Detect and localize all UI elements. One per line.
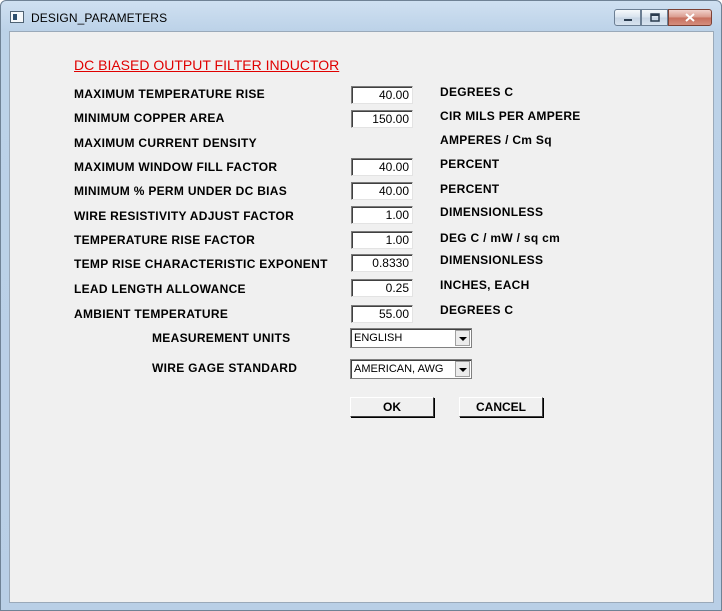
unit-max-window-fill: PERCENT bbox=[440, 157, 500, 171]
unit-temp-rise-factor: DEG C / mW / sq cm bbox=[440, 231, 561, 245]
dialog-heading: DC BIASED OUTPUT FILTER INDUCTOR bbox=[74, 57, 340, 73]
max-window-fill-input[interactable]: 40.00 bbox=[351, 158, 413, 176]
temp-rise-factor-input[interactable]: 1.00 bbox=[351, 231, 413, 249]
param-label-max-window-fill: MAXIMUM WINDOW FILL FACTOR bbox=[74, 160, 278, 174]
param-label-ambient-temp: AMBIENT TEMPERATURE bbox=[74, 307, 229, 321]
unit-max-current-density: AMPERES / Cm Sq bbox=[440, 133, 552, 147]
maximize-button[interactable] bbox=[641, 9, 668, 26]
min-copper-area-input[interactable]: 150.00 bbox=[351, 110, 413, 128]
max-temp-rise-input[interactable]: 40.00 bbox=[351, 86, 413, 104]
ok-button[interactable]: OK bbox=[350, 397, 434, 417]
unit-temp-rise-exponent: DIMENSIONLESS bbox=[440, 253, 544, 267]
wire-resistivity-input[interactable]: 1.00 bbox=[351, 206, 413, 224]
unit-lead-length: INCHES, EACH bbox=[440, 278, 530, 292]
dialog-window: DESIGN_PARAMETERS DC BIASED OUTPUT FILTE… bbox=[0, 0, 722, 611]
wire-gage-value: AMERICAN, AWG bbox=[354, 363, 444, 375]
dialog-client-area: DC BIASED OUTPUT FILTER INDUCTOR MAXIMUM… bbox=[9, 31, 714, 603]
unit-min-perm-dc-bias: PERCENT bbox=[440, 182, 500, 196]
close-icon bbox=[685, 13, 695, 22]
param-label-min-perm-dc-bias: MINIMUM % PERM UNDER DC BIAS bbox=[74, 184, 288, 198]
param-label-max-current-density: MAXIMUM CURRENT DENSITY bbox=[74, 136, 257, 150]
chevron-down-icon[interactable] bbox=[455, 330, 470, 346]
window-title: DESIGN_PARAMETERS bbox=[31, 11, 168, 25]
app-window-icon[interactable] bbox=[10, 11, 24, 23]
maximize-icon bbox=[649, 13, 660, 22]
param-label-temp-rise-exponent: TEMP RISE CHARACTERISTIC EXPONENT bbox=[74, 257, 328, 271]
param-label-min-copper-area: MINIMUM COPPER AREA bbox=[74, 111, 225, 125]
minimize-icon bbox=[623, 18, 632, 21]
unit-max-temp-rise: DEGREES C bbox=[440, 85, 514, 99]
cancel-button[interactable]: CANCEL bbox=[459, 397, 543, 417]
param-label-temp-rise-factor: TEMPERATURE RISE FACTOR bbox=[74, 233, 256, 247]
min-perm-dc-bias-input[interactable]: 40.00 bbox=[351, 182, 413, 200]
minimize-button[interactable] bbox=[614, 9, 641, 26]
unit-wire-resistivity: DIMENSIONLESS bbox=[440, 205, 544, 219]
unit-ambient-temp: DEGREES C bbox=[440, 303, 514, 317]
wire-gage-select[interactable]: AMERICAN, AWG bbox=[350, 359, 472, 379]
param-label-wire-resistivity: WIRE RESISTIVITY ADJUST FACTOR bbox=[74, 209, 295, 223]
wire-gage-label: WIRE GAGE STANDARD bbox=[152, 361, 298, 375]
title-bar[interactable]: DESIGN_PARAMETERS bbox=[1, 1, 721, 31]
measurement-units-label: MEASUREMENT UNITS bbox=[152, 331, 291, 345]
lead-length-input[interactable]: 0.25 bbox=[351, 279, 413, 297]
close-button[interactable] bbox=[668, 9, 712, 26]
measurement-units-value: ENGLISH bbox=[354, 332, 403, 344]
param-label-max-temp-rise: MAXIMUM TEMPERATURE RISE bbox=[74, 87, 265, 101]
caption-buttons bbox=[614, 9, 712, 27]
chevron-down-icon[interactable] bbox=[455, 361, 470, 377]
unit-min-copper-area: CIR MILS PER AMPERE bbox=[440, 109, 581, 123]
param-label-lead-length: LEAD LENGTH ALLOWANCE bbox=[74, 282, 246, 296]
measurement-units-select[interactable]: ENGLISH bbox=[350, 328, 472, 348]
temp-rise-exponent-input[interactable]: 0.8330 bbox=[351, 254, 413, 272]
ambient-temp-input[interactable]: 55.00 bbox=[351, 305, 413, 323]
